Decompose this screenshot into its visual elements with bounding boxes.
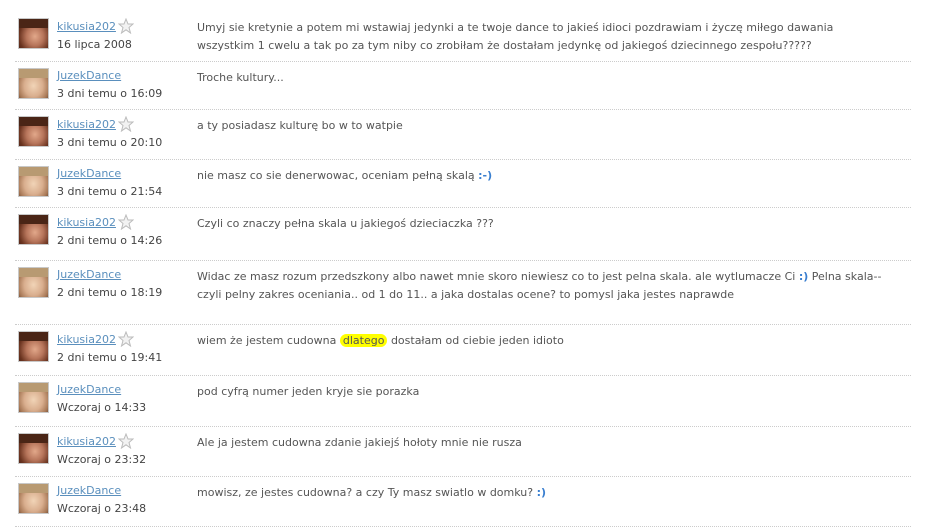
comment-text: Widac ze masz rozum przedszkony albo naw…	[197, 270, 882, 301]
smiley-emoticon: :)	[536, 486, 547, 499]
comment-thread: kikusia202 16 lipca 2008 Umyj sie kretyn…	[15, 12, 911, 527]
comment-row: kikusia202 16 lipca 2008 Umyj sie kretyn…	[15, 12, 911, 62]
comment-date: 2 dni temu o 14:26	[57, 234, 163, 247]
comment-date: 3 dni temu o 16:09	[57, 87, 163, 100]
avatar[interactable]	[18, 68, 49, 99]
avatar[interactable]	[18, 331, 49, 362]
comment-text: wiem że jestem cudowna dlatego dostałam …	[197, 334, 564, 347]
star-icon	[117, 331, 134, 347]
author-link[interactable]: kikusia202	[57, 435, 116, 448]
author-link[interactable]: JuzekDance	[57, 69, 121, 82]
smiley-emoticon: :)	[798, 270, 809, 283]
author-link[interactable]: JuzekDance	[57, 268, 121, 281]
comment-date: 2 dni temu o 18:19	[57, 286, 163, 299]
avatar[interactable]	[18, 166, 49, 197]
comment-text: Umyj sie kretynie a potem mi wstawiaj je…	[197, 21, 834, 52]
comment-text: Czyli co znaczy pełna skala u jakiegoś d…	[197, 217, 494, 230]
comment-date: Wczoraj o 23:48	[57, 502, 147, 515]
author-link[interactable]: JuzekDance	[57, 383, 121, 396]
star-icon	[117, 116, 134, 132]
comment-date: 16 lipca 2008	[57, 38, 132, 51]
comment-row: JuzekDance Wczoraj o 23:48 mowisz, ze je…	[15, 477, 911, 527]
comment-date: Wczoraj o 14:33	[57, 401, 147, 414]
star-icon	[117, 214, 134, 230]
author-link[interactable]: kikusia202	[57, 118, 116, 131]
author-link[interactable]: kikusia202	[57, 20, 116, 33]
avatar[interactable]	[18, 382, 49, 413]
comment-date: 2 dni temu o 19:41	[57, 351, 163, 364]
comment-date: 3 dni temu o 21:54	[57, 185, 163, 198]
comment-text: Troche kultury...	[197, 71, 284, 84]
avatar[interactable]	[18, 214, 49, 245]
comment-date: 3 dni temu o 20:10	[57, 136, 163, 149]
author-link[interactable]: JuzekDance	[57, 484, 121, 497]
star-icon	[117, 433, 134, 449]
comment-text: a ty posiadasz kulturę bo w to watpie	[197, 119, 403, 132]
comment-row: kikusia202 Wczoraj o 23:32 Ale ja jestem…	[15, 427, 911, 477]
comment-text: pod cyfrą numer jeden kryje sie porazka	[197, 385, 420, 398]
avatar[interactable]	[18, 267, 49, 298]
comment-text: Ale ja jestem cudowna zdanie jakiejś hoł…	[197, 436, 522, 449]
highlighted-word: dlatego	[339, 334, 388, 347]
comment-date: Wczoraj o 23:32	[57, 453, 147, 466]
comment-text: nie masz co sie denerwowac, oceniam pełn…	[197, 169, 493, 182]
smiley-emoticon: :-)	[478, 169, 493, 182]
author-link[interactable]: JuzekDance	[57, 167, 121, 180]
comment-row: kikusia202 2 dni temu o 19:41 wiem że je…	[15, 325, 911, 376]
avatar[interactable]	[18, 116, 49, 147]
comment-text: mowisz, ze jestes cudowna? a czy Ty masz…	[197, 486, 547, 499]
comment-row: JuzekDance 3 dni temu o 21:54 nie masz c…	[15, 160, 911, 208]
comment-row: JuzekDance 3 dni temu o 16:09 Troche kul…	[15, 62, 911, 110]
author-link[interactable]: kikusia202	[57, 216, 116, 229]
avatar[interactable]	[18, 433, 49, 464]
comment-row: JuzekDance Wczoraj o 14:33 pod cyfrą num…	[15, 376, 911, 427]
avatar[interactable]	[18, 18, 49, 49]
author-link[interactable]: kikusia202	[57, 333, 116, 346]
avatar[interactable]	[18, 483, 49, 514]
comment-row: kikusia202 2 dni temu o 14:26 Czyli co z…	[15, 208, 911, 261]
comment-row: kikusia202 3 dni temu o 20:10 a ty posia…	[15, 110, 911, 160]
comment-row: JuzekDance 2 dni temu o 18:19 Widac ze m…	[15, 261, 911, 325]
star-icon	[117, 18, 134, 34]
